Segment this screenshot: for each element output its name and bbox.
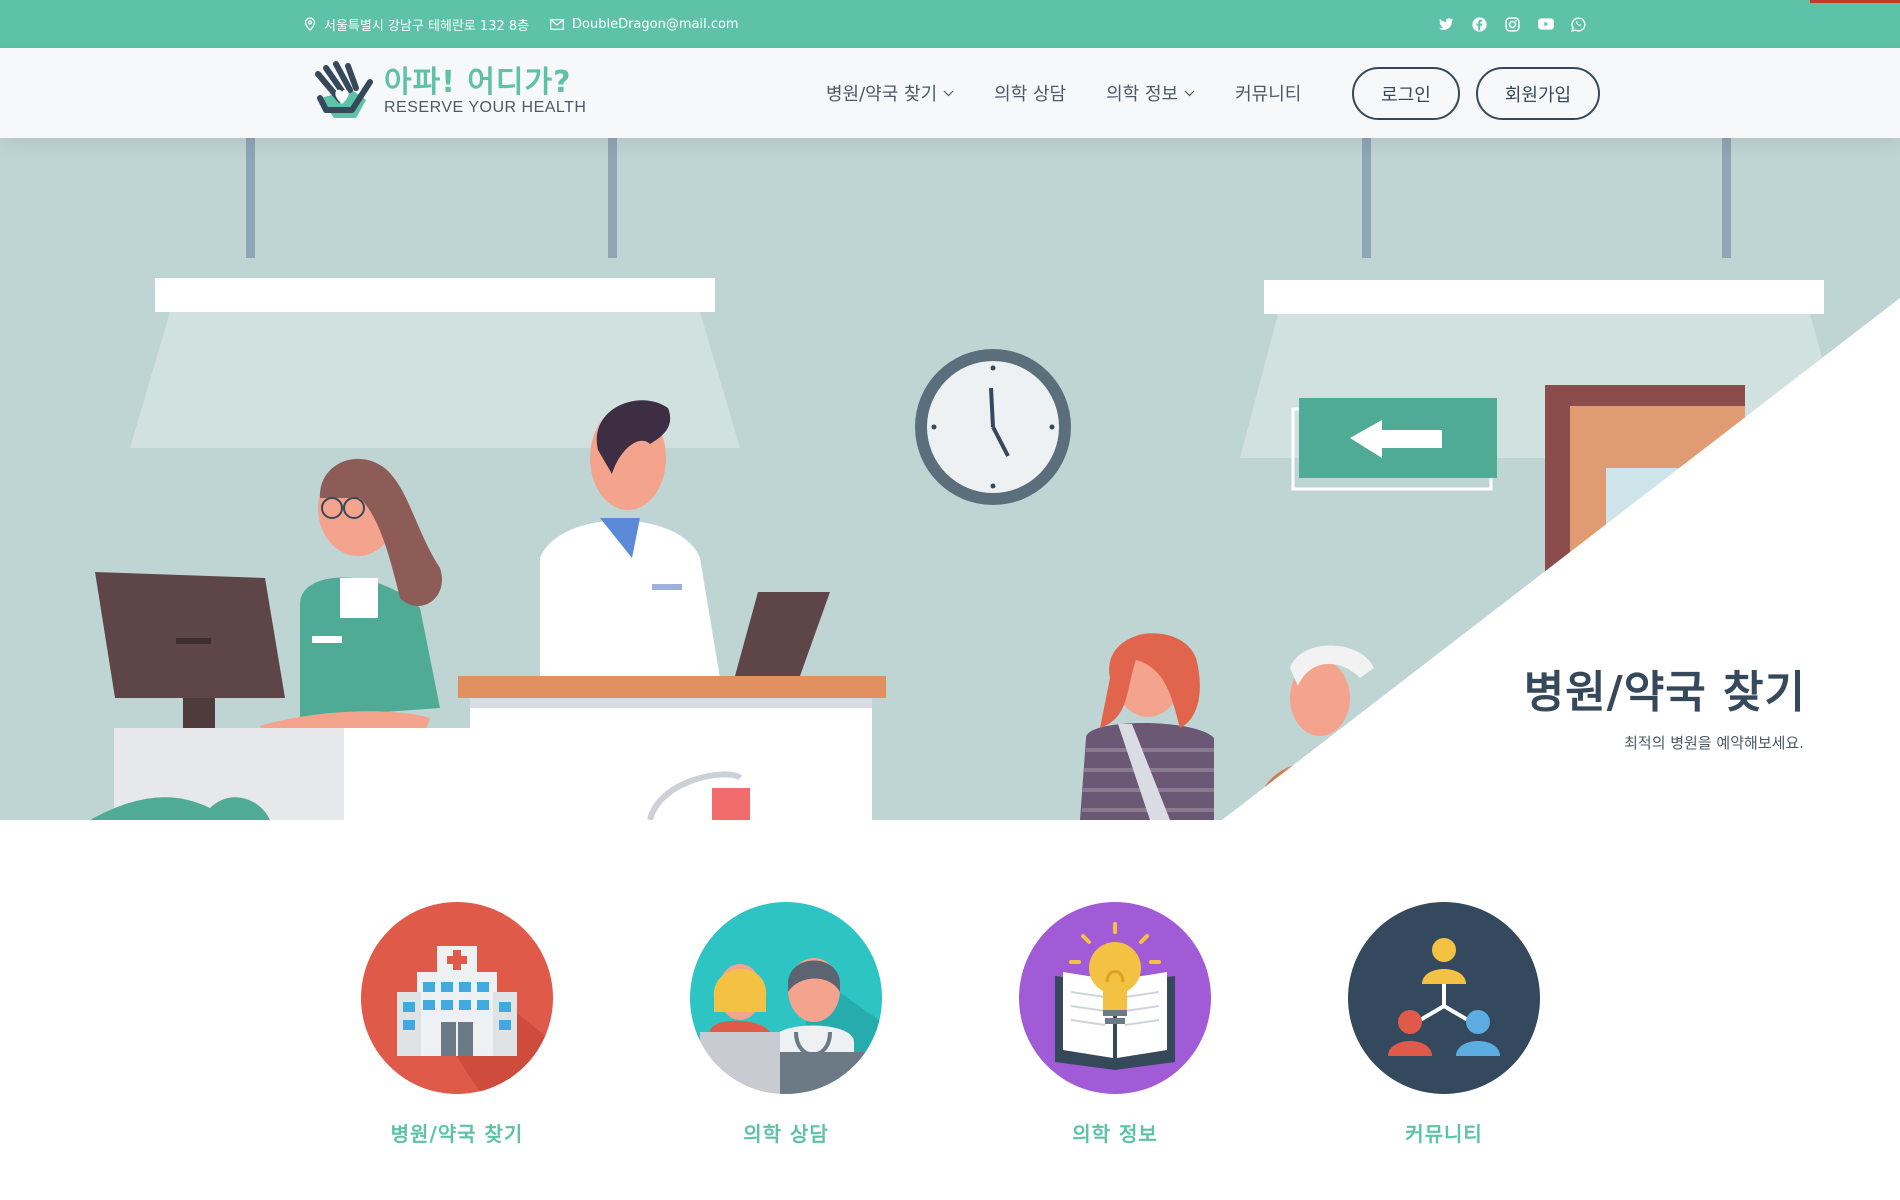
hero-title: 병원/약국 찾기 — [1523, 667, 1806, 718]
nav-medical-consult[interactable]: 의학 상담 — [994, 80, 1066, 106]
logo-title: 아파! 어디가? — [384, 65, 572, 100]
social-links — [1437, 0, 1588, 48]
nav-community[interactable]: 커뮤니티 — [1235, 80, 1301, 106]
feature-section: 병원/약국 찾기 의학 상담 의학 정보 커뮤니티 — [0, 820, 1900, 1200]
community-icon — [1348, 902, 1540, 1094]
nav-label: 병원/약국 찾기 — [826, 84, 938, 105]
main-nav: 병원/약국 찾기 의학 상담 의학 정보 커뮤니티 — [826, 48, 1341, 138]
hero-subtitle: 최적의 병원을 예약해보세요. — [1624, 734, 1804, 752]
feature-label: 커뮤니티 — [1405, 1122, 1483, 1146]
whatsapp-icon[interactable] — [1569, 15, 1588, 34]
logo-subtitle: RESERVE YOUR HEALTH — [384, 99, 587, 116]
nav-label: 의학 상담 — [994, 84, 1067, 105]
feature-find-hospital[interactable]: 병원/약국 찾기 — [361, 902, 553, 1147]
feature-medical-consult[interactable]: 의학 상담 — [690, 902, 882, 1147]
logo[interactable]: 아파! 어디가? RESERVE YOUR HEALTH — [312, 60, 586, 124]
feature-label: 병원/약국 찾기 — [390, 1122, 524, 1146]
nav-label: 의학 정보 — [1106, 84, 1179, 105]
twitter-icon[interactable] — [1437, 15, 1456, 34]
top-bar: 서울특별시 강남구 테헤란로 132 8층 DoubleDragon@mail.… — [0, 0, 1900, 48]
login-button[interactable]: 로그인 — [1352, 67, 1460, 120]
hospital-icon — [361, 902, 553, 1094]
nav-label: 커뮤니티 — [1235, 84, 1302, 105]
address-info: 서울특별시 강남구 테헤란로 132 8층 — [304, 0, 529, 48]
hero-banner: 병원/약국 찾기 최적의 병원을 예약해보세요. — [0, 138, 1900, 820]
feature-community[interactable]: 커뮤니티 — [1348, 902, 1540, 1147]
chevron-down-icon — [1184, 90, 1195, 96]
consultation-icon — [690, 902, 882, 1094]
address-text: 서울특별시 강남구 테헤란로 132 8층 — [324, 18, 530, 34]
nav-find-hospital[interactable]: 병원/약국 찾기 — [826, 80, 954, 106]
signup-button[interactable]: 회원가입 — [1476, 67, 1600, 120]
envelope-icon — [550, 18, 564, 30]
book-bulb-icon — [1019, 902, 1211, 1094]
feature-label: 의학 정보 — [1072, 1122, 1158, 1146]
feature-medical-info[interactable]: 의학 정보 — [1019, 902, 1211, 1147]
youtube-icon[interactable] — [1536, 15, 1555, 34]
feature-label: 의학 상담 — [743, 1122, 829, 1146]
email-info[interactable]: DoubleDragon@mail.com — [550, 0, 739, 48]
instagram-icon[interactable] — [1503, 15, 1522, 34]
nav-medical-info[interactable]: 의학 정보 — [1106, 80, 1195, 106]
email-text[interactable]: DoubleDragon@mail.com — [572, 17, 739, 32]
facebook-icon[interactable] — [1470, 15, 1489, 34]
top-accent-strip — [1810, 0, 1900, 3]
site-header: 아파! 어디가? RESERVE YOUR HEALTH 병원/약국 찾기 의학… — [0, 48, 1900, 138]
chevron-down-icon — [943, 90, 954, 96]
location-pin-icon — [304, 17, 316, 31]
heart-hand-logo-icon — [315, 61, 373, 118]
